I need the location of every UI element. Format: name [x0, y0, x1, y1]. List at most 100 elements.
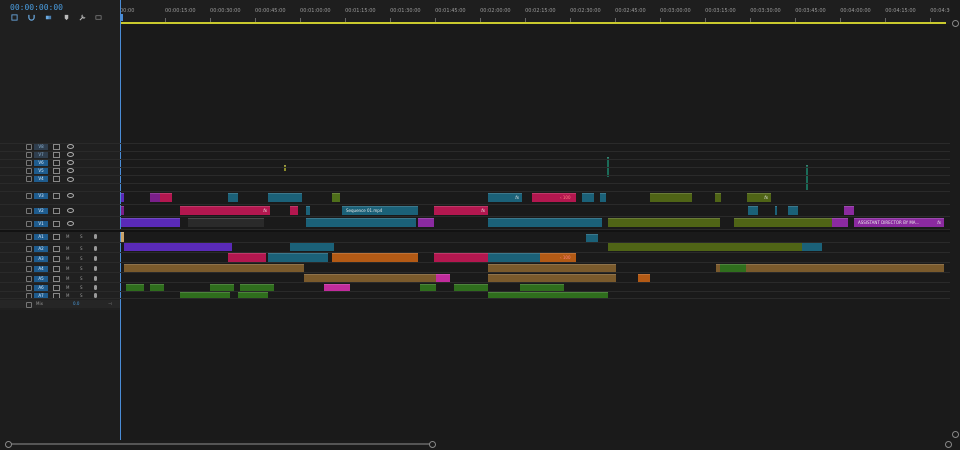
- sync-lock-icon[interactable]: [53, 159, 60, 166]
- clip[interactable]: [748, 206, 758, 215]
- eye-icon[interactable]: [67, 208, 74, 213]
- track-label-v5[interactable]: V5: [34, 167, 48, 174]
- track-label-v8[interactable]: V8: [34, 143, 48, 150]
- go-to-end-icon[interactable]: ⊣: [108, 301, 111, 306]
- eye-icon[interactable]: [67, 160, 74, 165]
- audio-clip[interactable]: [210, 284, 234, 291]
- clip[interactable]: [734, 218, 832, 227]
- audio-clip[interactable]: ‹ 100: [540, 253, 576, 262]
- clip[interactable]: [160, 193, 172, 202]
- mute-button[interactable]: M: [66, 246, 69, 251]
- eye-icon[interactable]: [67, 144, 74, 149]
- clip[interactable]: [775, 206, 777, 215]
- wrench-settings-icon[interactable]: [79, 14, 86, 21]
- clip[interactable]: [418, 218, 434, 227]
- audio-clip[interactable]: [608, 242, 802, 251]
- add-marker-icon[interactable]: [63, 14, 70, 21]
- sync-lock-icon[interactable]: [53, 233, 60, 240]
- linked-selection-icon[interactable]: [45, 14, 52, 21]
- zoom-scroll-thumb[interactable]: [8, 443, 432, 445]
- microphone-icon[interactable]: [94, 285, 97, 290]
- eye-icon[interactable]: [67, 221, 74, 226]
- sync-lock-icon[interactable]: [53, 220, 60, 227]
- track-label-a6[interactable]: A6: [34, 284, 48, 291]
- horizontal-scrollbar[interactable]: [0, 440, 960, 450]
- lock-icon[interactable]: [26, 233, 32, 240]
- microphone-icon[interactable]: [94, 234, 97, 239]
- playhead-handle[interactable]: [120, 14, 123, 21]
- lock-icon[interactable]: [26, 159, 32, 166]
- lock-icon[interactable]: [26, 167, 32, 174]
- mute-button[interactable]: M: [66, 285, 69, 290]
- audio-clip[interactable]: [290, 242, 334, 251]
- sync-lock-icon[interactable]: [53, 255, 60, 262]
- microphone-icon[interactable]: [94, 276, 97, 281]
- clip[interactable]: [650, 193, 692, 202]
- clip[interactable]: [150, 193, 160, 202]
- captions-icon[interactable]: [95, 14, 102, 21]
- sync-lock-icon[interactable]: [53, 176, 60, 182]
- microphone-icon[interactable]: [94, 246, 97, 251]
- clip[interactable]: ‹ 100: [532, 193, 576, 202]
- clip[interactable]: [284, 165, 286, 171]
- clip[interactable]: [488, 218, 602, 227]
- audio-clip[interactable]: [228, 253, 266, 262]
- video-audio-divider[interactable]: [0, 230, 960, 232]
- sync-lock-icon[interactable]: [53, 207, 60, 214]
- clip[interactable]: [844, 206, 854, 215]
- insert-nest-icon[interactable]: [11, 14, 18, 21]
- clip[interactable]: [188, 218, 264, 227]
- clip[interactable]: [306, 218, 416, 227]
- clip[interactable]: [832, 218, 848, 227]
- clip[interactable]: [715, 193, 721, 202]
- audio-clip[interactable]: [268, 253, 328, 262]
- sync-lock-icon[interactable]: [53, 167, 60, 174]
- track-label-v4[interactable]: V4: [34, 176, 48, 182]
- solo-button[interactable]: S: [80, 266, 83, 271]
- audio-clip[interactable]: [124, 242, 232, 251]
- scroll-handle-bottom[interactable]: [952, 431, 959, 438]
- audio-clip[interactable]: [332, 253, 418, 262]
- clip[interactable]: [180, 206, 234, 215]
- mute-button[interactable]: M: [66, 266, 69, 271]
- audio-clip[interactable]: [420, 284, 436, 291]
- snap-magnet-icon[interactable]: [28, 14, 35, 21]
- audio-clip[interactable]: [434, 253, 488, 262]
- lock-icon[interactable]: [26, 176, 32, 182]
- clip[interactable]: [228, 193, 238, 202]
- clip[interactable]: [600, 193, 606, 202]
- audio-clip[interactable]: [454, 284, 488, 291]
- solo-button[interactable]: S: [80, 256, 83, 261]
- work-area-bar[interactable]: [120, 22, 946, 24]
- clip[interactable]: fx: [488, 193, 522, 202]
- audio-clip[interactable]: [520, 284, 564, 291]
- solo-button[interactable]: S: [80, 285, 83, 290]
- solo-button[interactable]: S: [80, 246, 83, 251]
- lock-icon[interactable]: [26, 151, 32, 158]
- audio-clip[interactable]: [802, 242, 822, 251]
- clip[interactable]: [306, 206, 310, 215]
- sync-lock-icon[interactable]: [53, 192, 60, 199]
- playhead[interactable]: [120, 0, 123, 440]
- mute-button[interactable]: M: [66, 256, 69, 261]
- master-volume[interactable]: 0.0: [73, 301, 79, 306]
- eye-icon[interactable]: [67, 176, 74, 182]
- clip[interactable]: [608, 218, 720, 227]
- clip[interactable]: [290, 206, 298, 215]
- mute-button[interactable]: M: [66, 276, 69, 281]
- clip[interactable]: fx: [434, 206, 488, 215]
- sync-lock-icon[interactable]: [53, 284, 60, 291]
- audio-clip[interactable]: [488, 253, 540, 262]
- clip[interactable]: [268, 193, 302, 202]
- timeline-sequence-area[interactable]: 00:00 00:00:15:00 00:00:30:00 00:00:45:00 00…: [120, 0, 950, 440]
- audio-clip[interactable]: [240, 284, 274, 291]
- lock-icon[interactable]: [26, 220, 32, 227]
- lock-icon[interactable]: [26, 245, 32, 252]
- lock-icon[interactable]: [26, 255, 32, 262]
- clip-sequence-01[interactable]: Sequence 01.mp4: [342, 206, 418, 215]
- clip[interactable]: fx: [234, 206, 270, 215]
- sync-lock-icon[interactable]: [53, 245, 60, 252]
- track-label-v3[interactable]: V3: [34, 192, 48, 199]
- track-label-a2[interactable]: A2: [34, 245, 48, 252]
- scroll-handle-top[interactable]: [952, 20, 959, 27]
